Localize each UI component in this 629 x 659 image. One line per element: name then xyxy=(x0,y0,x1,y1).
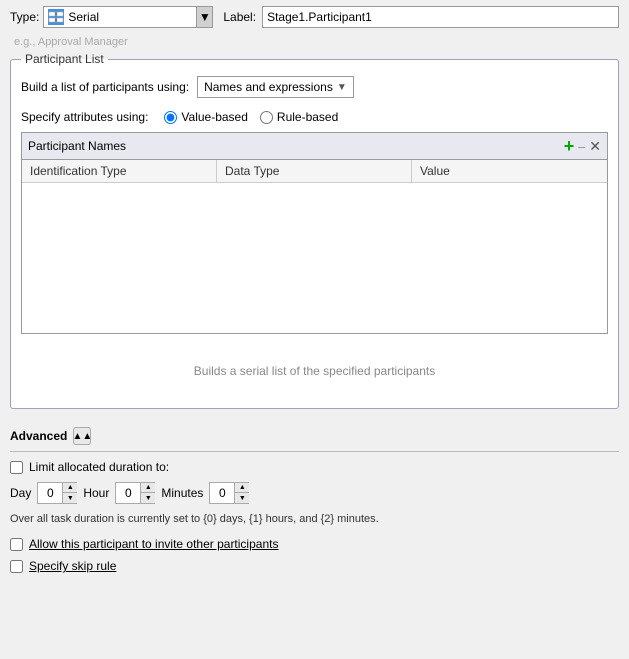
col-value: Value xyxy=(412,160,607,182)
radio-rule-based-input[interactable] xyxy=(260,111,273,124)
duration-inputs-row: Day ▲ ▼ Hour ▲ ▼ Minutes ▲ ▼ xyxy=(10,482,619,504)
day-input[interactable] xyxy=(38,483,62,503)
participant-list-legend: Participant List xyxy=(21,52,108,66)
advanced-divider xyxy=(10,451,619,452)
collapse-button[interactable]: ▲▲ xyxy=(73,427,91,445)
serial-svg xyxy=(48,9,64,25)
participant-names-section: Participant Names + ⎯ ✕ Identification T… xyxy=(21,132,608,334)
radio-rule-based-label: Rule-based xyxy=(277,110,338,124)
build-dropdown[interactable]: Names and expressions ▼ xyxy=(197,76,354,98)
hour-input[interactable] xyxy=(116,483,140,503)
type-wrapper: Type: Serial ▼ xyxy=(10,6,213,28)
radio-rule-based[interactable]: Rule-based xyxy=(260,110,338,124)
skip-rule-row: Specify skip rule xyxy=(10,559,619,573)
radio-value-based-label: Value-based xyxy=(181,110,248,124)
limit-duration-checkbox[interactable] xyxy=(10,461,23,474)
minutes-up[interactable]: ▲ xyxy=(235,483,249,493)
serial-icon xyxy=(48,9,64,25)
hour-label: Hour xyxy=(83,486,109,500)
day-spinner[interactable]: ▲ ▼ xyxy=(37,482,77,504)
build-row: Build a list of participants using: Name… xyxy=(21,76,608,98)
type-value: Serial xyxy=(68,10,208,24)
radio-value-based[interactable]: Value-based xyxy=(164,110,248,124)
advanced-header: Advanced ▲▲ xyxy=(10,423,619,449)
col-data-type: Data Type xyxy=(217,160,412,182)
label-section: Label: xyxy=(223,6,619,28)
header-actions: + ⎯ ✕ xyxy=(564,137,601,155)
advanced-label: Advanced xyxy=(10,429,67,443)
label-label: Label: xyxy=(223,10,256,24)
collapse-icon: ▲▲ xyxy=(72,431,92,442)
allow-invite-checkbox[interactable] xyxy=(10,538,23,551)
allow-invite-row: Allow this participant to invite other p… xyxy=(10,537,619,551)
remove-participant-button[interactable]: ✕ xyxy=(589,138,601,155)
info-text: Builds a serial list of the specified pa… xyxy=(21,344,608,398)
actions-separator: ⎯ xyxy=(578,138,585,155)
advanced-section: Advanced ▲▲ Limit allocated duration to:… xyxy=(0,417,629,587)
top-bar: Type: Serial ▼ Label: xyxy=(0,0,629,34)
radio-value-based-input[interactable] xyxy=(164,111,177,124)
placeholder-section: e.g., Approval Manager xyxy=(0,36,629,52)
minutes-down[interactable]: ▼ xyxy=(235,493,249,503)
minutes-arrows: ▲ ▼ xyxy=(234,483,249,503)
day-down[interactable]: ▼ xyxy=(63,493,77,503)
build-label: Build a list of participants using: xyxy=(21,80,189,94)
participant-names-title: Participant Names xyxy=(28,139,126,153)
specify-row: Specify attributes using: Value-based Ru… xyxy=(21,110,608,124)
table-body xyxy=(22,183,607,333)
hour-down[interactable]: ▼ xyxy=(141,493,155,503)
build-dropdown-arrow: ▼ xyxy=(337,82,347,93)
hour-arrows: ▲ ▼ xyxy=(140,483,155,503)
type-select[interactable]: Serial ▼ xyxy=(43,6,213,28)
skip-rule-checkbox[interactable] xyxy=(10,560,23,573)
table-header: Identification Type Data Type Value xyxy=(22,160,607,183)
participant-names-header: Participant Names + ⎯ ✕ xyxy=(22,133,607,160)
skip-rule-label[interactable]: Specify skip rule xyxy=(29,559,116,573)
limit-duration-label[interactable]: Limit allocated duration to: xyxy=(29,460,169,474)
hour-up[interactable]: ▲ xyxy=(141,483,155,493)
minutes-spinner[interactable]: ▲ ▼ xyxy=(209,482,249,504)
day-arrows: ▲ ▼ xyxy=(62,483,77,503)
col-identification-type: Identification Type xyxy=(22,160,217,182)
hour-spinner[interactable]: ▲ ▼ xyxy=(115,482,155,504)
type-label: Type: xyxy=(10,10,39,24)
label-placeholder: e.g., Approval Manager xyxy=(10,36,619,48)
allow-invite-label[interactable]: Allow this participant to invite other p… xyxy=(29,537,278,551)
specify-label: Specify attributes using: xyxy=(21,110,148,124)
build-dropdown-text: Names and expressions xyxy=(204,80,333,94)
day-up[interactable]: ▲ xyxy=(63,483,77,493)
add-participant-button[interactable]: + xyxy=(564,137,575,155)
limit-duration-row: Limit allocated duration to: xyxy=(10,460,619,474)
minutes-label: Minutes xyxy=(161,486,203,500)
radio-group: Value-based Rule-based xyxy=(164,110,338,124)
day-label: Day xyxy=(10,486,31,500)
participant-list-group: Participant List Build a list of partici… xyxy=(10,52,619,409)
label-input[interactable] xyxy=(262,6,619,28)
minutes-input[interactable] xyxy=(210,483,234,503)
duration-info-text: Over all task duration is currently set … xyxy=(10,512,619,527)
type-dropdown-arrow[interactable]: ▼ xyxy=(196,7,212,27)
